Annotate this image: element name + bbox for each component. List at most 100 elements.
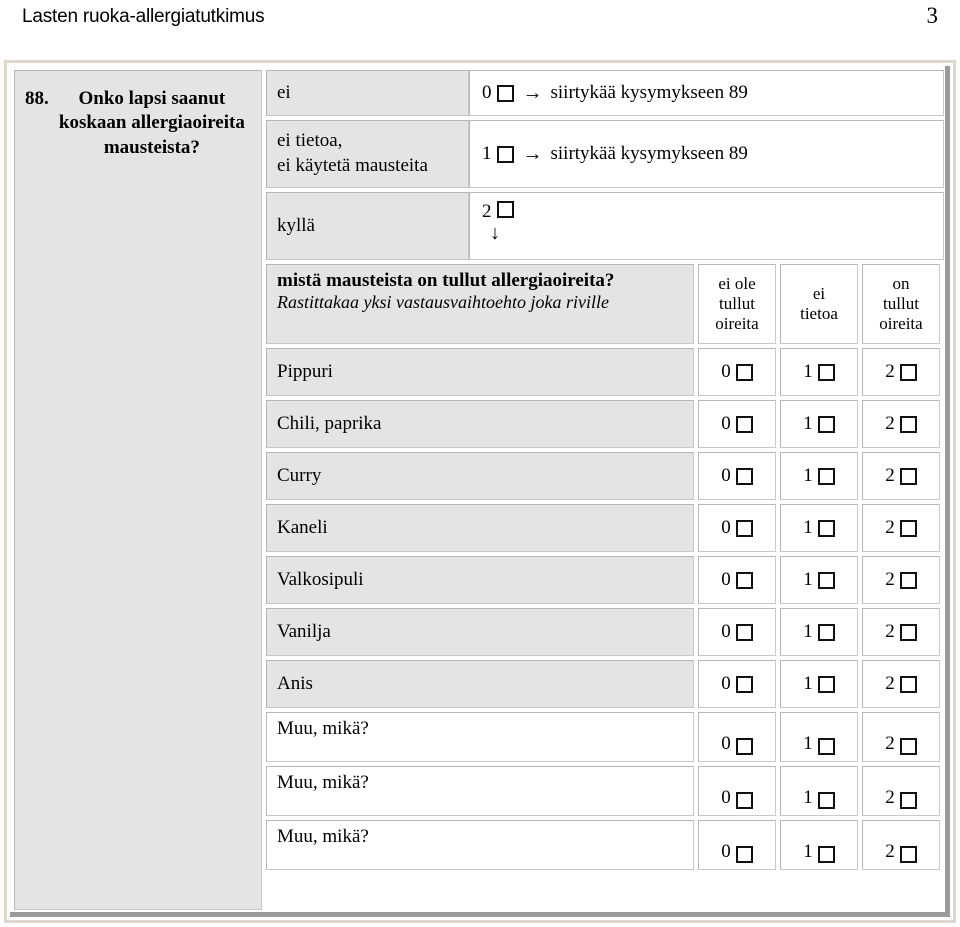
checkbox-icon[interactable] bbox=[735, 467, 753, 485]
answer-code: 1 bbox=[803, 517, 813, 538]
table-row: Muu, mikä? 0 1 2 bbox=[266, 766, 944, 816]
answer-cell[interactable]: 2 bbox=[862, 452, 940, 500]
answer-cell[interactable]: 2 bbox=[862, 660, 940, 708]
option-code-0: 0 bbox=[482, 82, 492, 103]
checkbox-icon[interactable] bbox=[735, 846, 753, 863]
option-code-1: 1 bbox=[482, 143, 492, 164]
checkbox-icon[interactable] bbox=[496, 145, 514, 163]
answer-code: 0 bbox=[721, 621, 731, 642]
answer-cell[interactable]: 0 bbox=[698, 556, 776, 604]
answer-cell[interactable]: 1 bbox=[780, 452, 858, 500]
document-title: Lasten ruoka-allergiatutkimus bbox=[22, 6, 265, 27]
answer-code: 0 bbox=[721, 569, 731, 590]
answer-cell[interactable]: 1 bbox=[780, 660, 858, 708]
checkbox-icon[interactable] bbox=[817, 846, 835, 863]
spice-label[interactable]: Muu, mikä? bbox=[266, 820, 694, 870]
subquestion-text: mistä mausteista on tullut allergiaoirei… bbox=[277, 270, 615, 291]
spice-label: Vanilja bbox=[266, 608, 694, 656]
option-answer-kylla[interactable]: 2 ↓ bbox=[469, 192, 944, 260]
answer-code: 0 bbox=[721, 413, 731, 434]
answer-code: 1 bbox=[803, 621, 813, 642]
answer-cell[interactable]: 2 bbox=[862, 504, 940, 552]
answer-cell[interactable]: 0 bbox=[698, 348, 776, 396]
answer-cell[interactable]: 0 bbox=[698, 400, 776, 448]
checkbox-icon[interactable] bbox=[899, 738, 917, 755]
checkbox-icon[interactable] bbox=[817, 571, 835, 589]
checkbox-icon[interactable] bbox=[735, 415, 753, 433]
arrow-right-icon: → bbox=[522, 143, 543, 165]
question-heading: 88. Onko lapsi saanut koskaan allergiaoi… bbox=[15, 71, 261, 160]
checkbox-icon[interactable] bbox=[899, 415, 917, 433]
checkbox-icon[interactable] bbox=[899, 467, 917, 485]
answer-cell[interactable]: 1 bbox=[780, 400, 858, 448]
checkbox-icon[interactable] bbox=[735, 792, 753, 809]
spice-label: Kaneli bbox=[266, 504, 694, 552]
arrow-down-icon: ↓ bbox=[490, 222, 500, 244]
answer-cell[interactable]: 0 bbox=[698, 608, 776, 656]
checkbox-icon[interactable] bbox=[496, 84, 514, 102]
checkbox-icon[interactable] bbox=[817, 519, 835, 537]
answer-cell[interactable]: 2 bbox=[862, 766, 940, 816]
answer-cell[interactable]: 1 bbox=[780, 608, 858, 656]
answer-code: 2 bbox=[885, 465, 895, 486]
answer-cell[interactable]: 0 bbox=[698, 766, 776, 816]
answer-cell[interactable]: 1 bbox=[780, 504, 858, 552]
answer-cell[interactable]: 2 bbox=[862, 400, 940, 448]
checkbox-icon[interactable] bbox=[817, 738, 835, 755]
checkbox-icon[interactable] bbox=[817, 675, 835, 693]
checkbox-icon[interactable] bbox=[817, 623, 835, 641]
spice-label[interactable]: Muu, mikä? bbox=[266, 712, 694, 762]
checkbox-icon[interactable] bbox=[899, 846, 917, 863]
answer-cell[interactable]: 1 bbox=[780, 556, 858, 604]
option-label-line1: ei tietoa, bbox=[277, 130, 343, 152]
answer-cell[interactable]: 1 bbox=[780, 348, 858, 396]
page-number: 3 bbox=[926, 3, 939, 28]
checkbox-icon[interactable] bbox=[899, 571, 917, 589]
answer-cell[interactable]: 0 bbox=[698, 820, 776, 870]
option-label-ei-tietoa: ei tietoa, ei käytetä mausteita bbox=[266, 120, 469, 188]
checkbox-icon[interactable] bbox=[899, 623, 917, 641]
checkbox-icon[interactable] bbox=[899, 363, 917, 381]
checkbox-icon[interactable] bbox=[735, 571, 753, 589]
table-row: Muu, mikä? 0 1 2 bbox=[266, 712, 944, 762]
checkbox-icon[interactable] bbox=[899, 519, 917, 537]
answer-cell[interactable]: 0 bbox=[698, 712, 776, 762]
checkbox-icon[interactable] bbox=[817, 792, 835, 809]
checkbox-icon[interactable] bbox=[735, 738, 753, 755]
answer-cell[interactable]: 0 bbox=[698, 452, 776, 500]
page-header: Lasten ruoka-allergiatutkimus 3 bbox=[0, 0, 960, 52]
checkbox-icon[interactable] bbox=[735, 675, 753, 693]
answer-cell[interactable]: 2 bbox=[862, 712, 940, 762]
question-text: Onko lapsi saanut koskaan allergiaoireit… bbox=[58, 88, 245, 158]
answer-cell[interactable]: 0 bbox=[698, 504, 776, 552]
subquestion-instruction: Rastittakaa yksi vastausvaihtoehto joka … bbox=[277, 292, 609, 313]
checkbox-icon[interactable] bbox=[817, 467, 835, 485]
checkbox-icon[interactable] bbox=[817, 415, 835, 433]
answer-code: 0 bbox=[721, 517, 731, 538]
answer-cell[interactable]: 2 bbox=[862, 348, 940, 396]
answer-code: 1 bbox=[803, 465, 813, 486]
answer-cell[interactable]: 2 bbox=[862, 820, 940, 870]
answer-cell[interactable]: 2 bbox=[862, 608, 940, 656]
answer-code: 0 bbox=[721, 841, 731, 862]
answer-code: 1 bbox=[803, 569, 813, 590]
option-answer-ei[interactable]: 0 → siirtykää kysymykseen 89 bbox=[469, 70, 944, 116]
checkbox-icon[interactable] bbox=[899, 675, 917, 693]
checkbox-icon[interactable] bbox=[899, 792, 917, 809]
column-header-line2: tietoa bbox=[800, 304, 838, 323]
answer-cell[interactable]: 0 bbox=[698, 660, 776, 708]
column-header-line3: oireita bbox=[879, 314, 923, 334]
checkbox-icon[interactable] bbox=[735, 623, 753, 641]
spice-label[interactable]: Muu, mikä? bbox=[266, 766, 694, 816]
checkbox-icon[interactable] bbox=[496, 201, 514, 218]
table-row: Kaneli 0 1 2 bbox=[266, 504, 944, 552]
checkbox-icon[interactable] bbox=[735, 363, 753, 381]
answer-cell[interactable]: 1 bbox=[780, 766, 858, 816]
option-answer-ei-tietoa[interactable]: 1 → siirtykää kysymykseen 89 bbox=[469, 120, 944, 188]
answer-cell[interactable]: 1 bbox=[780, 712, 858, 762]
checkbox-icon[interactable] bbox=[817, 363, 835, 381]
column-header-line1: on bbox=[892, 273, 910, 293]
answer-cell[interactable]: 1 bbox=[780, 820, 858, 870]
checkbox-icon[interactable] bbox=[735, 519, 753, 537]
answer-cell[interactable]: 2 bbox=[862, 556, 940, 604]
